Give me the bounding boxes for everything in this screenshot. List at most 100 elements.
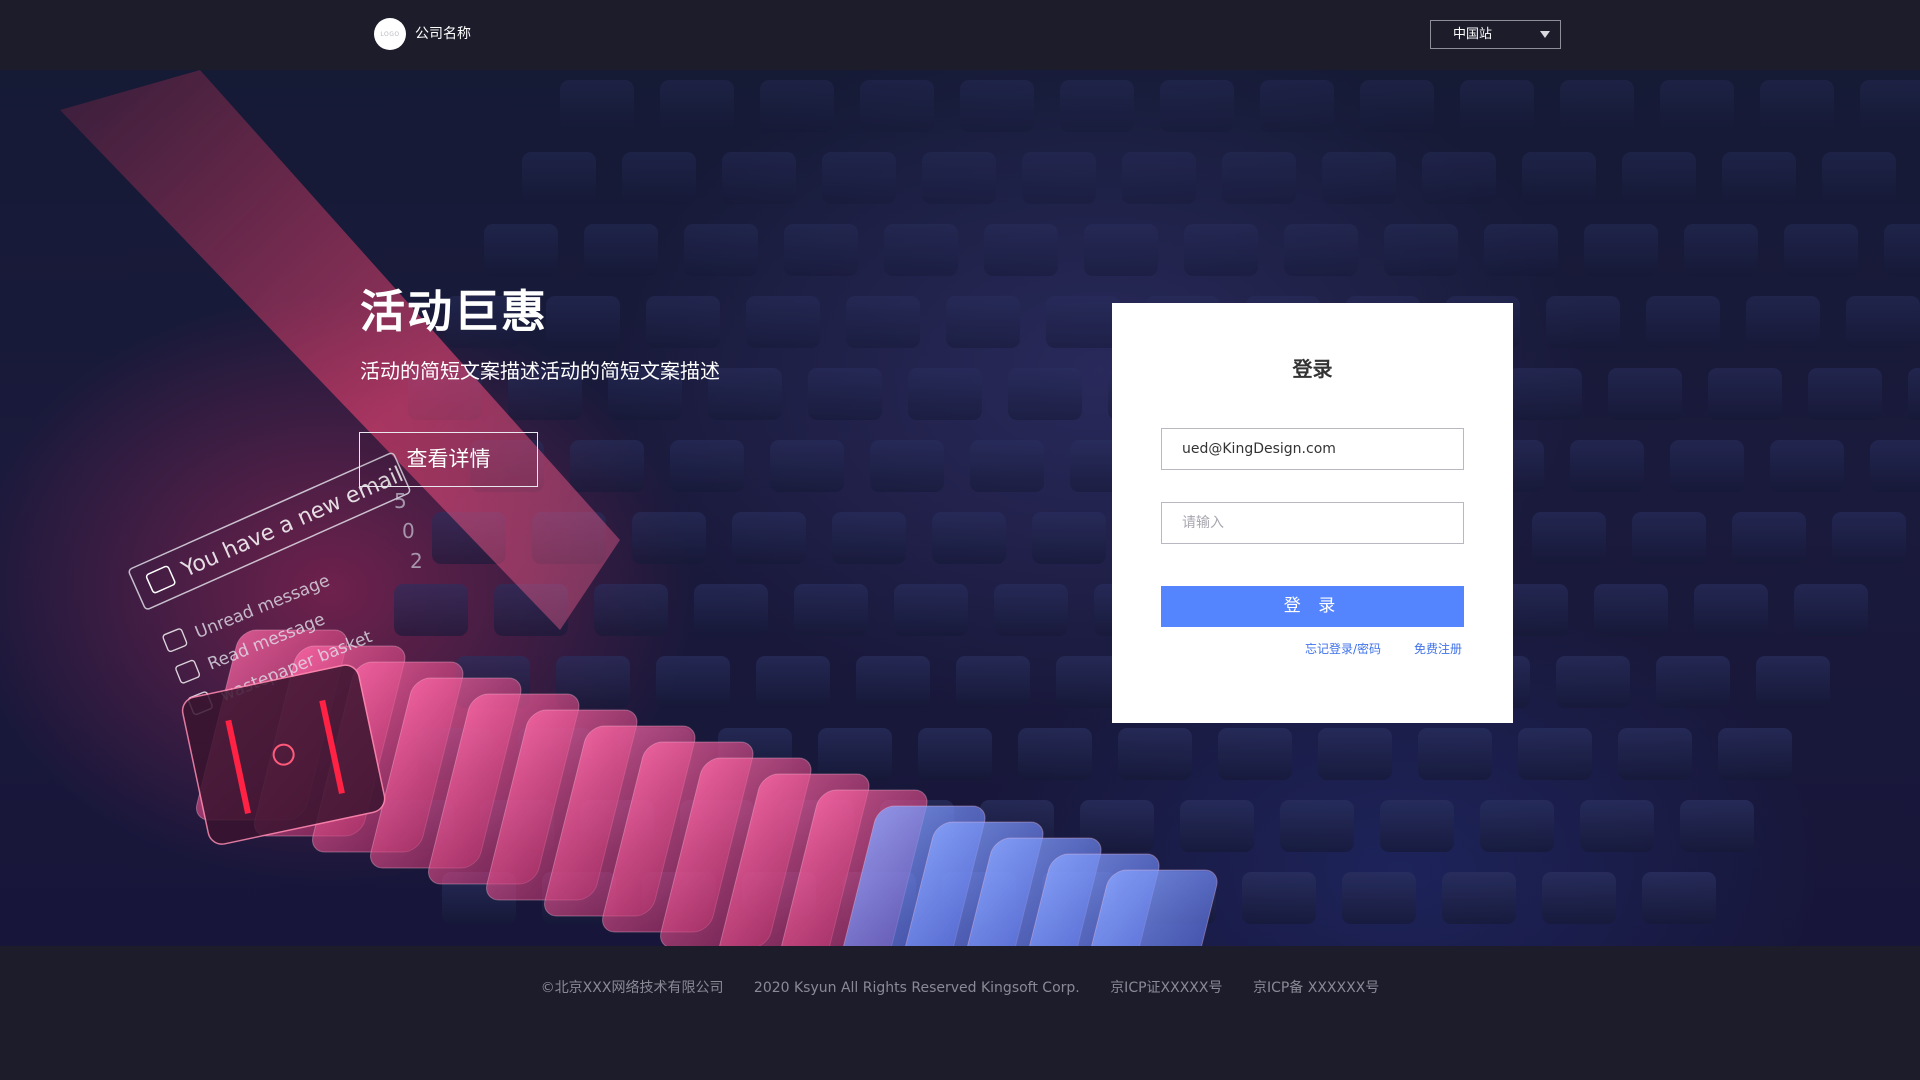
background-tile bbox=[1860, 80, 1920, 132]
background-tile bbox=[594, 584, 668, 636]
background-tile bbox=[1008, 368, 1082, 420]
envelope-icon bbox=[175, 659, 201, 684]
register-link[interactable]: 免费注册 bbox=[1414, 641, 1462, 657]
background-tile bbox=[1632, 512, 1706, 564]
background-tile bbox=[894, 584, 968, 636]
background-tile bbox=[632, 512, 706, 564]
background-tile bbox=[794, 584, 868, 636]
hud-digit: 0 bbox=[402, 519, 415, 543]
background-tile bbox=[560, 80, 634, 132]
background-tile bbox=[1570, 440, 1644, 492]
background-tile bbox=[1670, 440, 1744, 492]
forgot-password-link[interactable]: 忘记登录/密码 bbox=[1305, 641, 1381, 657]
hero-description: 活动的简短文案描述活动的简短文案描述 bbox=[360, 359, 720, 383]
background-tile bbox=[1832, 512, 1906, 564]
background-tile bbox=[1684, 224, 1758, 276]
background-tile bbox=[1460, 80, 1534, 132]
background-tile bbox=[1908, 368, 1920, 420]
background-tile bbox=[994, 584, 1068, 636]
background-tile bbox=[670, 440, 744, 492]
background-tile bbox=[760, 80, 834, 132]
background-tile bbox=[1342, 872, 1416, 924]
background-tile bbox=[1418, 728, 1492, 780]
background-tile bbox=[1222, 152, 1296, 204]
background-tile bbox=[1656, 656, 1730, 708]
background-tile bbox=[1680, 800, 1754, 852]
background-tile bbox=[394, 584, 468, 636]
view-details-button[interactable]: 查看详情 bbox=[359, 432, 538, 487]
background-tile bbox=[1480, 800, 1554, 852]
background-tile bbox=[1522, 152, 1596, 204]
background-tile bbox=[732, 512, 806, 564]
company-logo[interactable]: LOGO bbox=[374, 18, 406, 50]
footer-rights: 2020 Ksyun All Rights Reserved Kingsoft … bbox=[753, 980, 1080, 996]
hud-digit: 5 bbox=[394, 489, 407, 513]
site-region-value: 中国站 bbox=[1453, 27, 1493, 42]
background-tile bbox=[932, 512, 1006, 564]
background-tile bbox=[1280, 800, 1354, 852]
background-tile bbox=[984, 224, 1058, 276]
background-tile bbox=[1022, 152, 1096, 204]
background-tile bbox=[1646, 296, 1720, 348]
email-field[interactable] bbox=[1161, 428, 1464, 470]
background-tile bbox=[1618, 728, 1692, 780]
background-tile bbox=[1642, 872, 1716, 924]
background-tile bbox=[660, 80, 734, 132]
background-tile bbox=[646, 296, 720, 348]
company-name: 公司名称 bbox=[415, 26, 471, 42]
background-tile bbox=[1032, 512, 1106, 564]
background-tile bbox=[1422, 152, 1496, 204]
background-tile bbox=[1770, 440, 1844, 492]
background-tile bbox=[1822, 152, 1896, 204]
background-tile bbox=[1694, 584, 1768, 636]
background-tile bbox=[1284, 224, 1358, 276]
background-tile bbox=[856, 656, 930, 708]
background-tile bbox=[1760, 80, 1834, 132]
background-tile bbox=[1884, 224, 1920, 276]
login-title: 登录 bbox=[1292, 357, 1333, 381]
background-tile bbox=[570, 440, 644, 492]
background-tile bbox=[1560, 80, 1634, 132]
background-tile bbox=[1018, 728, 1092, 780]
background-tile bbox=[1318, 728, 1392, 780]
envelope-icon bbox=[162, 628, 188, 653]
background-tile bbox=[884, 224, 958, 276]
background-tile bbox=[918, 728, 992, 780]
background-tile bbox=[1746, 296, 1820, 348]
background-tile bbox=[1556, 656, 1630, 708]
background-tile bbox=[622, 152, 696, 204]
hero-title: 活动巨惠 bbox=[360, 285, 549, 338]
background-tile bbox=[846, 296, 920, 348]
footer-icp-record: 京ICP备 XXXXXX号 bbox=[1252, 980, 1380, 996]
background-tile bbox=[970, 440, 1044, 492]
footer-info: ©北京XXX网络技术有限公司 2020 Ksyun All Rights Res… bbox=[0, 978, 1920, 998]
login-button[interactable]: 登 录 bbox=[1161, 586, 1464, 627]
background-tile bbox=[1718, 728, 1792, 780]
background-tile bbox=[1508, 368, 1582, 420]
background-tile bbox=[1084, 224, 1158, 276]
background-tile bbox=[756, 656, 830, 708]
background-tile bbox=[1122, 152, 1196, 204]
background-tile bbox=[1580, 800, 1654, 852]
background-tile bbox=[1442, 872, 1516, 924]
background-tile bbox=[746, 296, 820, 348]
background-tile bbox=[584, 224, 658, 276]
background-tile bbox=[1218, 728, 1292, 780]
background-tile bbox=[818, 728, 892, 780]
background-tile bbox=[1322, 152, 1396, 204]
background-tile bbox=[908, 368, 982, 420]
background-tile bbox=[1518, 728, 1592, 780]
background-tile bbox=[1870, 440, 1920, 492]
password-field[interactable] bbox=[1161, 502, 1464, 544]
site-region-select[interactable]: 中国站 bbox=[1430, 20, 1561, 49]
background-tile bbox=[546, 296, 620, 348]
background-tile bbox=[832, 512, 906, 564]
background-tile bbox=[1546, 296, 1620, 348]
background-tile bbox=[960, 80, 1034, 132]
background-tile bbox=[522, 152, 596, 204]
hud-digit: 2 bbox=[410, 549, 423, 573]
background-tile bbox=[1846, 296, 1920, 348]
login-card: 登录 登 录 忘记登录/密码 免费注册 bbox=[1112, 303, 1513, 723]
logo-text: LOGO bbox=[380, 30, 400, 38]
background-tile bbox=[1660, 80, 1734, 132]
